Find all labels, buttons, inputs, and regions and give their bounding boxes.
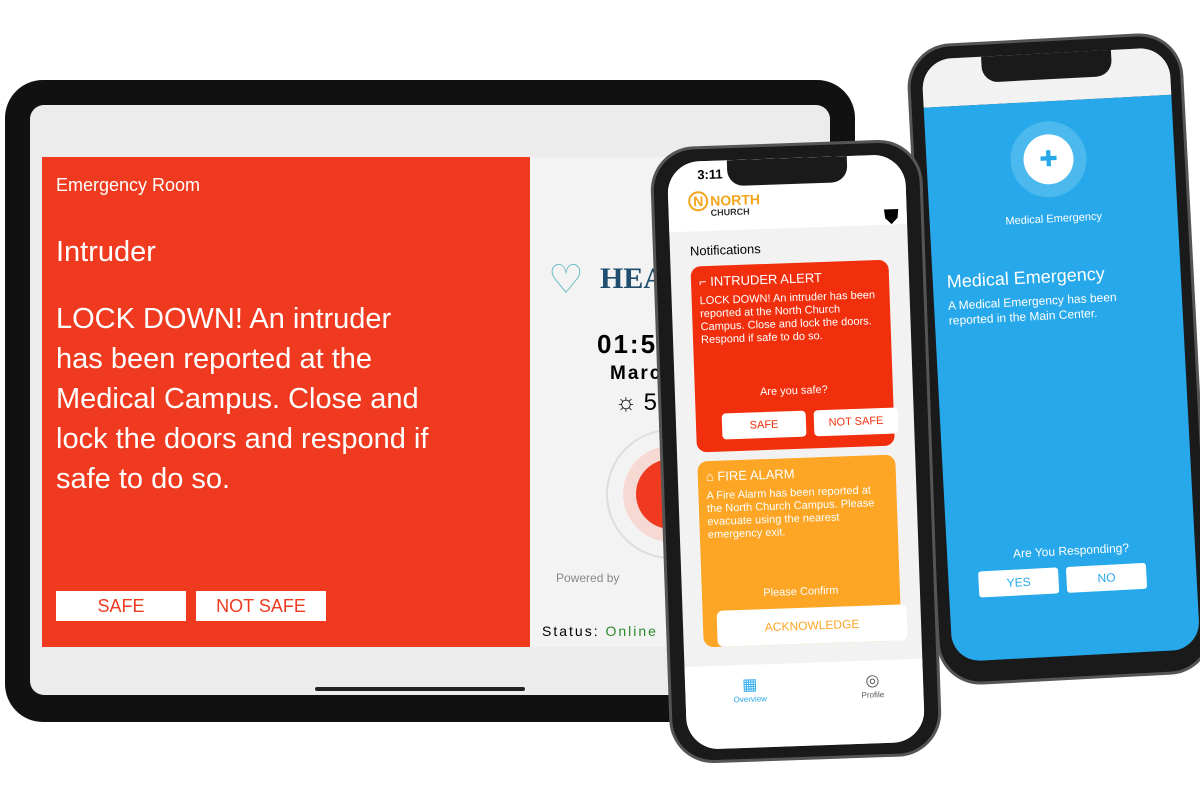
alert-message: LOCK DOWN! An intruder has been reported… [56,303,429,495]
medical-emergency-screen: ✚ Medical Emergency Medical Emergency A … [923,94,1200,663]
fire-house-icon: ⌂ [705,468,714,485]
emergency-type-label: Medical Emergency [1005,210,1103,228]
responding-question: Are You Responding? [1012,540,1130,561]
intruder-alert-card: ⌐ INTRUDER ALERT LOCK DOWN! An intruder … [690,259,899,453]
sun-icon: ☼ [615,389,637,416]
notifications-title: Notifications [689,241,761,259]
status-value: Online [605,623,658,639]
card-message: A Fire Alarm has been reported at the No… [706,484,875,542]
tab-bar: ▦ Overview ◎ Profile [684,658,926,750]
powered-by: Powered by [556,571,620,585]
card-question: Please Confirm [763,584,839,600]
stethoscope-heart-logo-icon: ♡ [548,258,584,302]
no-button[interactable]: NO [1065,562,1148,593]
safe-button[interactable]: SAFE [56,591,186,621]
home-indicator [315,687,525,691]
notch [726,156,848,187]
not-safe-button[interactable]: NOT SAFE [196,591,326,621]
alert-title: Intruder [56,236,156,268]
room-label: Emergency Room [56,175,201,195]
gun-icon: ⌐ [698,274,707,290]
emergency-title: Medical Emergency [946,263,1106,292]
intruder-alert-panel: Emergency Room Intruder LOCK DOWN! An in… [42,157,530,647]
acknowledge-button[interactable]: ACKNOWLEDGE [716,604,908,647]
not-safe-button[interactable]: NOT SAFE [813,407,899,437]
emergency-message: A Medical Emergency has been reported in… [947,289,1117,328]
profile-icon: ◎ [865,672,880,690]
tab-overview[interactable]: ▦ Overview [733,674,767,704]
card-message: LOCK DOWN! An intruder has been reported… [699,289,876,347]
date: Marc [610,363,663,384]
safe-button[interactable]: SAFE [721,410,807,440]
card-title: INTRUDER ALERT [709,269,823,289]
north-church-logo: N NORTH CHURCH [687,189,761,218]
yes-button[interactable]: YES [978,567,1060,598]
clock: 01:5 [597,329,658,359]
status-label: Status: [542,623,600,639]
card-question: Are you safe? [759,383,829,399]
notifications-screen: 3:11 N NORTH CHURCH ⛊ Notifications ⌐ INTR… [666,154,926,750]
shield-icon[interactable]: ⛊ [884,206,900,230]
first-aid-kit-icon: ✚ [1022,133,1075,186]
temperature: 5 [643,389,658,416]
dashboard-icon: ▦ [741,676,758,695]
fire-alarm-card: ⌂ FIRE ALARM A Fire Alarm has been repor… [697,454,908,648]
phone-medical: ✚ Medical Emergency Medical Emergency A … [905,31,1200,687]
notch [981,49,1113,83]
status-time: 3:11 [697,166,723,183]
card-title: FIRE ALARM [717,466,795,484]
tab-profile[interactable]: ◎ Profile [861,670,884,700]
phone-notifications: 3:11 N NORTH CHURCH ⛊ Notifications ⌐ INTR… [649,138,943,765]
